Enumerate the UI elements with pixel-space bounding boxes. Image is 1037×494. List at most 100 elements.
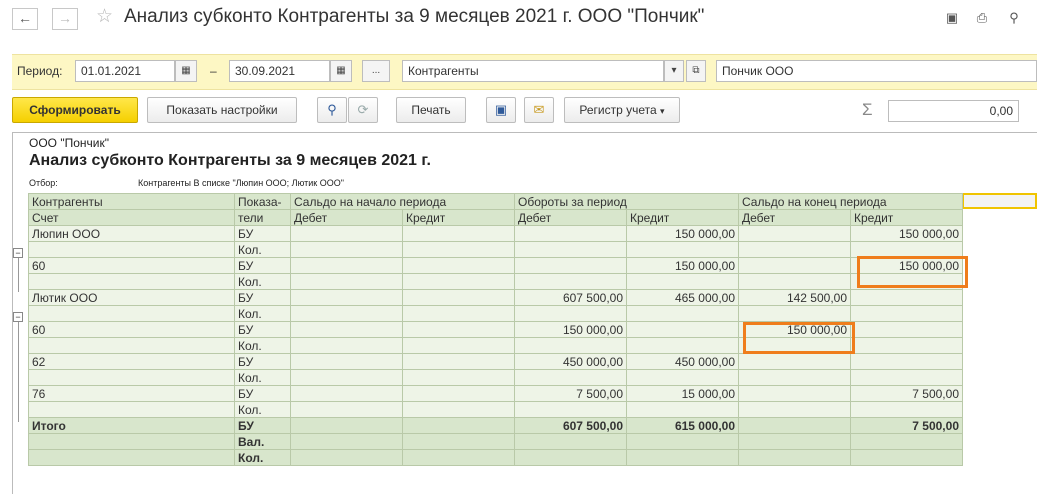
- indicator-cell[interactable]: Вал.: [234, 433, 291, 450]
- value-cell[interactable]: [514, 449, 627, 466]
- value-cell[interactable]: [514, 305, 627, 322]
- row-name-cell[interactable]: [28, 305, 235, 322]
- subconto-type-field[interactable]: Контрагенты: [402, 60, 664, 82]
- value-cell[interactable]: [402, 385, 515, 402]
- indicator-cell[interactable]: БУ: [234, 417, 291, 434]
- indicator-cell[interactable]: БУ: [234, 257, 291, 274]
- value-cell[interactable]: [290, 289, 403, 306]
- value-cell[interactable]: 607 500,00: [514, 417, 627, 434]
- row-name-cell[interactable]: Люпин ООО: [28, 225, 235, 242]
- date-from-calendar-icon[interactable]: ▦: [175, 60, 197, 82]
- value-cell[interactable]: [402, 321, 515, 338]
- generate-button[interactable]: Сформировать: [12, 97, 138, 123]
- value-cell[interactable]: [626, 401, 739, 418]
- value-cell[interactable]: [738, 257, 851, 274]
- value-cell[interactable]: [402, 289, 515, 306]
- indicator-cell[interactable]: Кол.: [234, 337, 291, 354]
- value-cell[interactable]: [290, 257, 403, 274]
- value-cell[interactable]: [514, 433, 627, 450]
- indicator-cell[interactable]: БУ: [234, 225, 291, 242]
- print-icon[interactable]: ⎙: [974, 10, 990, 26]
- value-cell[interactable]: [402, 417, 515, 434]
- value-cell[interactable]: [626, 241, 739, 258]
- value-cell[interactable]: 7 500,00: [850, 417, 963, 434]
- value-cell[interactable]: [738, 273, 851, 290]
- value-cell[interactable]: [738, 385, 851, 402]
- value-cell[interactable]: [738, 225, 851, 242]
- value-cell[interactable]: [514, 257, 627, 274]
- value-cell[interactable]: 150 000,00: [850, 225, 963, 242]
- subconto-open-icon[interactable]: ⧉: [686, 60, 706, 82]
- active-cell-marker[interactable]: [962, 193, 1037, 209]
- value-cell[interactable]: [290, 337, 403, 354]
- row-name-cell[interactable]: Итого: [28, 417, 235, 434]
- row-name-cell[interactable]: [28, 401, 235, 418]
- search-icon[interactable]: ⚲: [317, 97, 347, 123]
- row-name-cell[interactable]: 60: [28, 321, 235, 338]
- value-cell[interactable]: [850, 289, 963, 306]
- value-cell[interactable]: [850, 433, 963, 450]
- indicator-cell[interactable]: Кол.: [234, 273, 291, 290]
- value-cell[interactable]: [850, 305, 963, 322]
- favorite-star-icon[interactable]: ☆: [96, 5, 113, 28]
- row-name-cell[interactable]: 62: [28, 353, 235, 370]
- value-cell[interactable]: [850, 449, 963, 466]
- row-name-cell[interactable]: 76: [28, 385, 235, 402]
- value-cell[interactable]: 615 000,00: [626, 417, 739, 434]
- row-name-cell[interactable]: Лютик ООО: [28, 289, 235, 306]
- value-cell[interactable]: [290, 449, 403, 466]
- value-cell[interactable]: 150 000,00: [626, 257, 739, 274]
- indicator-cell[interactable]: БУ: [234, 353, 291, 370]
- indicator-cell[interactable]: Кол.: [234, 401, 291, 418]
- value-cell[interactable]: [850, 337, 963, 354]
- email-icon[interactable]: ✉: [524, 97, 554, 123]
- value-cell[interactable]: [738, 449, 851, 466]
- preview-icon[interactable]: ⚲: [1006, 10, 1022, 26]
- value-cell[interactable]: [738, 353, 851, 370]
- row-name-cell[interactable]: [28, 337, 235, 354]
- value-cell[interactable]: 7 500,00: [514, 385, 627, 402]
- value-cell[interactable]: [402, 225, 515, 242]
- indicator-cell[interactable]: Кол.: [234, 305, 291, 322]
- indicator-cell[interactable]: БУ: [234, 321, 291, 338]
- value-cell[interactable]: [626, 449, 739, 466]
- organization-field[interactable]: Пончик ООО: [716, 60, 1037, 82]
- value-cell[interactable]: [290, 353, 403, 370]
- indicator-cell[interactable]: БУ: [234, 289, 291, 306]
- value-cell[interactable]: [290, 321, 403, 338]
- value-cell[interactable]: [402, 401, 515, 418]
- value-cell[interactable]: [626, 369, 739, 386]
- value-cell[interactable]: [738, 369, 851, 386]
- row-name-cell[interactable]: 60: [28, 257, 235, 274]
- value-cell[interactable]: [290, 273, 403, 290]
- show-settings-button[interactable]: Показать настройки: [147, 97, 297, 123]
- date-to-calendar-icon[interactable]: ▦: [330, 60, 352, 82]
- value-cell[interactable]: [402, 369, 515, 386]
- value-cell[interactable]: [514, 401, 627, 418]
- forward-button[interactable]: →: [52, 8, 78, 30]
- value-cell[interactable]: [402, 305, 515, 322]
- row-name-cell[interactable]: [28, 241, 235, 258]
- value-cell[interactable]: [850, 369, 963, 386]
- value-cell[interactable]: [290, 417, 403, 434]
- row-name-cell[interactable]: [28, 369, 235, 386]
- value-cell[interactable]: 465 000,00: [626, 289, 739, 306]
- value-cell[interactable]: [514, 369, 627, 386]
- indicator-cell[interactable]: Кол.: [234, 241, 291, 258]
- indicator-cell[interactable]: БУ: [234, 385, 291, 402]
- indicator-cell[interactable]: Кол.: [234, 369, 291, 386]
- row-name-cell[interactable]: [28, 449, 235, 466]
- register-button[interactable]: Регистр учета ▾: [564, 97, 680, 123]
- value-cell[interactable]: [514, 273, 627, 290]
- search-cancel-icon[interactable]: ⟳: [348, 97, 378, 123]
- value-cell[interactable]: 607 500,00: [514, 289, 627, 306]
- date-from-field[interactable]: 01.01.2021: [75, 60, 175, 82]
- value-cell[interactable]: [850, 401, 963, 418]
- value-cell[interactable]: [626, 433, 739, 450]
- row-name-cell[interactable]: [28, 433, 235, 450]
- value-cell[interactable]: [402, 241, 515, 258]
- value-cell[interactable]: [402, 337, 515, 354]
- value-cell[interactable]: [514, 337, 627, 354]
- value-cell[interactable]: [290, 385, 403, 402]
- value-cell[interactable]: [402, 353, 515, 370]
